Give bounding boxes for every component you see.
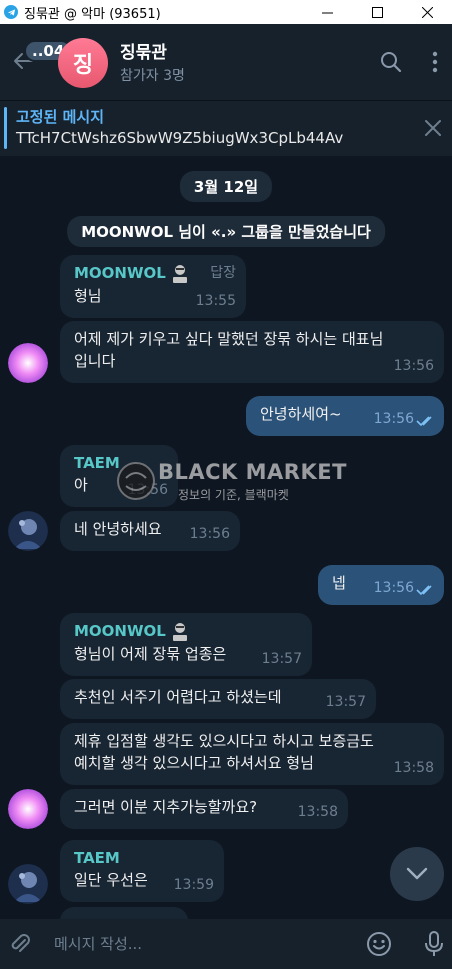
close-window-button[interactable]	[402, 0, 452, 24]
watermark-subtitle: 정보의 기준, 블랙마켓	[178, 488, 289, 502]
scroll-to-bottom-button[interactable]	[390, 847, 444, 901]
message-bubble[interactable]: MOONWOL 형님이 어제 장묶 업종은 13:57	[60, 613, 312, 676]
message-bubble[interactable]: 그러면 이분 지추가능할까요? 13:58	[60, 789, 348, 829]
sender-name[interactable]: MOONWOL	[74, 620, 300, 643]
message-time: 13:56	[373, 580, 414, 596]
chat-title[interactable]: 징묶관	[120, 38, 167, 63]
search-icon[interactable]	[379, 50, 403, 74]
close-icon	[421, 6, 433, 18]
chevron-down-icon	[406, 867, 428, 880]
pinned-label: 고정된 메시지	[16, 108, 105, 126]
minimize-icon	[321, 12, 333, 13]
message-bubble[interactable]: TAEM 일단 우선은 13:59	[60, 840, 224, 902]
minimize-button[interactable]	[302, 0, 352, 24]
message-bubble-outgoing[interactable]: 넵 13:56	[318, 565, 444, 605]
more-options-icon[interactable]	[423, 50, 447, 74]
message-time: 13:56	[393, 358, 434, 374]
message-time: 13:58	[297, 804, 338, 820]
message-time: 13:57	[325, 694, 366, 710]
attach-icon[interactable]	[8, 932, 32, 956]
message-time: 13:57	[261, 651, 302, 667]
message-list[interactable]: 3월 12일 MOONWOL 님이 «.» 그룹을 만들었습니다 MOONWOL…	[0, 157, 452, 919]
blackmarket-badge-icon	[172, 622, 187, 641]
blackmarket-watermark: BLACK MARKET 정보의 기준, 블랙마켓	[116, 458, 346, 504]
message-time: 13:59	[173, 877, 214, 893]
message-bubble[interactable]: MOONWOL 형님 답장 13:55	[60, 255, 246, 318]
message-bubble[interactable]: 어제 제가 키우고 싶다 말했던 장묶 하시는 대표님 입니다 13:56	[60, 321, 444, 383]
telegram-app-icon	[4, 5, 18, 19]
emoji-icon[interactable]	[366, 931, 392, 957]
user-avatar[interactable]	[8, 511, 48, 551]
blackmarket-logo-icon	[117, 462, 155, 500]
message-text-line: 예치할 생각 있으시다고 하셔서요 형님	[74, 754, 314, 772]
avatar-image	[8, 789, 48, 829]
window-title: 징묶관 @ 악마 (93651)	[24, 6, 161, 22]
message-time: 13:58	[393, 760, 434, 776]
pinned-text: TTcH7CtWshz6SbwW9Z5biugWx3CpLb44Av	[16, 129, 344, 147]
reply-label[interactable]: 답장	[210, 262, 236, 284]
service-message: MOONWOL 님이 «.» 그룹을 만들었습니다	[67, 216, 385, 247]
participant-count: 참가자 3명	[120, 68, 185, 84]
pinned-message-bar[interactable]: 고정된 메시지 TTcH7CtWshz6SbwW9Z5biugWx3CpLb44…	[0, 100, 452, 156]
message-bubble[interactable]: 네 안녕하세요 13:56	[60, 511, 240, 551]
user-avatar[interactable]	[8, 789, 48, 829]
message-bubble-partial[interactable]	[60, 907, 188, 919]
chat-avatar[interactable]: 징	[58, 38, 108, 88]
pinned-indicator	[4, 107, 7, 149]
sender-name[interactable]: TAEM	[74, 847, 212, 869]
message-text-line: 입니다	[74, 352, 116, 370]
message-bubble-outgoing[interactable]: 안녕하세여~ 13:56	[246, 396, 444, 436]
message-text-line: 어제 제가 키우고 싶다 말했던 장묶 하시는 대표님	[74, 330, 384, 348]
read-checks-icon	[416, 585, 432, 596]
message-text-line: 제휴 입점할 생각도 있으시다고 하시고 보증금도	[74, 732, 374, 750]
message-bubble[interactable]: 추천인 서주기 어렵다고 하셨는데 13:57	[60, 679, 376, 719]
close-pinned-icon[interactable]	[424, 119, 442, 137]
message-composer	[0, 919, 452, 969]
read-checks-icon	[416, 416, 432, 427]
chat-header: ..04 징 징묶관 참가자 3명	[0, 24, 452, 100]
window-titlebar: 징묶관 @ 악마 (93651)	[0, 0, 452, 24]
message-time: 13:56	[373, 411, 414, 427]
user-avatar[interactable]	[8, 343, 48, 383]
user-avatar[interactable]	[8, 864, 48, 904]
microphone-icon[interactable]	[422, 930, 446, 958]
window-controls	[302, 0, 452, 24]
watermark-title: BLACK MARKET	[158, 460, 347, 484]
message-time: 13:56	[189, 526, 230, 542]
message-text: 추천인 서주기 어렵다고 하셨는데	[74, 688, 282, 706]
message-input[interactable]	[44, 927, 344, 961]
maximize-button[interactable]	[352, 0, 402, 24]
date-separator: 3월 12일	[179, 171, 273, 202]
message-time: 13:55	[195, 293, 236, 309]
maximize-icon	[371, 6, 383, 18]
back-button[interactable]: ..04	[12, 38, 73, 82]
avatar-image	[8, 511, 48, 551]
avatar-image	[8, 864, 48, 904]
avatar-image	[8, 343, 48, 383]
blackmarket-badge-icon	[172, 264, 187, 283]
message-bubble[interactable]: 제휴 입점할 생각도 있으시다고 하시고 보증금도 예치할 생각 있으시다고 하…	[60, 723, 444, 785]
